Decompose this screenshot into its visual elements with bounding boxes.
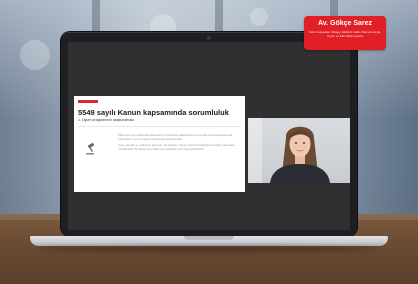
slide-subtitle: 1. Uyum programının oluşturulması <box>78 118 135 122</box>
presenter-figure <box>270 126 330 183</box>
slide-paragraph: Uyum görevlisi ve yardımcısı atanmalı, r… <box>118 144 236 151</box>
gavel-icon <box>84 142 98 156</box>
bokeh-light <box>20 40 50 70</box>
slide-accent-bar <box>78 100 98 103</box>
laptop-notch <box>184 236 234 240</box>
slide-divider <box>78 126 241 127</box>
photo-background: 5549 sayılı Kanun kapsamında sorumluluk … <box>0 0 418 284</box>
presenter-video <box>248 118 350 183</box>
slide-title: 5549 sayılı Kanun kapsamında sorumluluk <box>78 108 229 117</box>
laptop-shadow <box>40 246 378 252</box>
presentation-slide: 5549 sayılı Kanun kapsamında sorumluluk … <box>74 96 245 192</box>
speaker-name: Av. Gökçe Sarez <box>317 20 373 27</box>
slide-paragraph: 5549 sayılı Suç Gelirlerinin Aklanmasını… <box>118 134 233 141</box>
slide-body: 5549 sayılı Suç Gelirlerinin Aklanmasını… <box>118 134 238 154</box>
speaker-description: Sanı Anayasası Uzlaşıy, Ekibiniz Hakkı D… <box>309 30 381 38</box>
webcam-icon <box>207 36 211 40</box>
speaker-name-badge: Av. Gökçe Sarez Sanı Anayasası Uzlaşıy, … <box>304 16 386 50</box>
laptop-screen: 5549 sayılı Kanun kapsamında sorumluluk … <box>68 42 350 230</box>
bokeh-light <box>250 8 268 26</box>
